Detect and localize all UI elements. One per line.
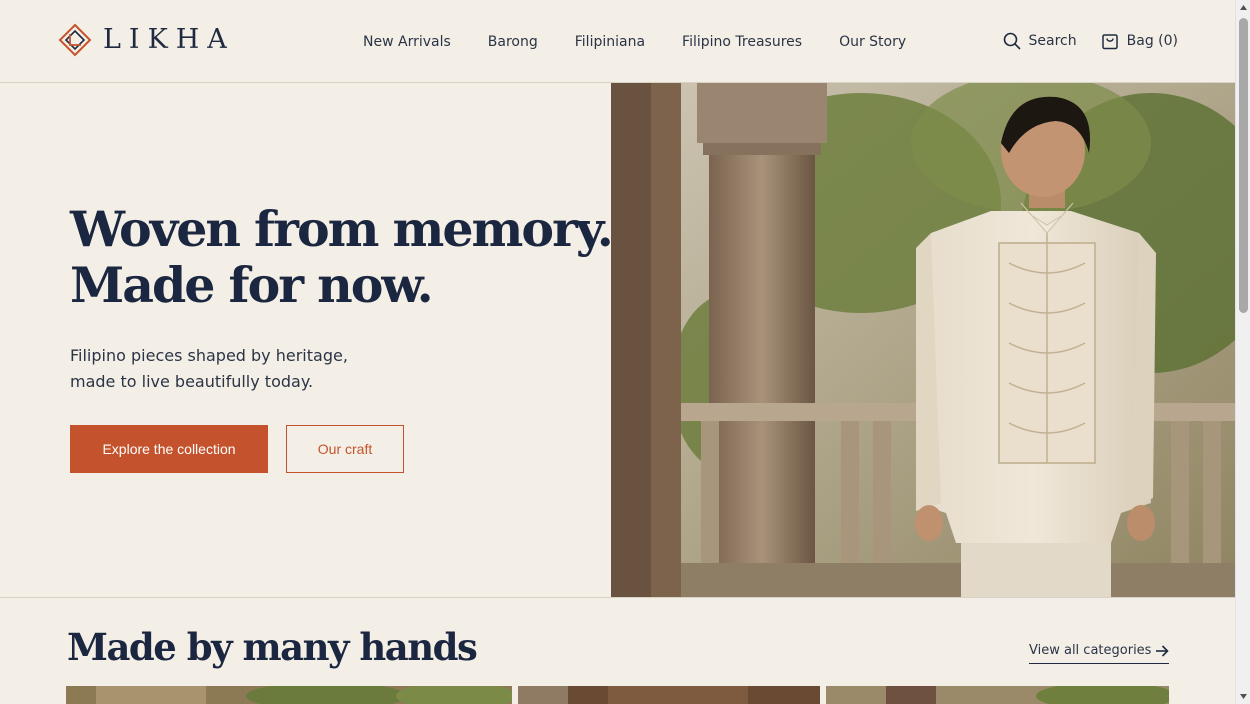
brand-name: LIKHA bbox=[103, 24, 235, 55]
hero-actions: Explore the collection Our craft bbox=[70, 425, 590, 473]
bag-button[interactable]: Bag (0) bbox=[1101, 31, 1178, 51]
bag-label: Bag (0) bbox=[1126, 33, 1178, 49]
site-header: LIKHA New Arrivals Barong Filipiniana Fi… bbox=[0, 0, 1235, 83]
category-card-image bbox=[826, 686, 1169, 704]
nav-new-arrivals[interactable]: New Arrivals bbox=[363, 32, 451, 52]
category-card[interactable] bbox=[826, 686, 1169, 704]
hero-image bbox=[611, 83, 1235, 597]
scroll-up-icon[interactable] bbox=[1239, 3, 1248, 12]
scrollbar-thumb[interactable] bbox=[1239, 18, 1248, 313]
view-all-categories-link[interactable]: View all categories bbox=[1029, 643, 1169, 664]
view-all-label: View all categories bbox=[1029, 643, 1152, 658]
logo-diamond-icon bbox=[58, 23, 92, 57]
hero-subtitle-line-2: made to live beautifully today. bbox=[70, 372, 314, 391]
nav-barong[interactable]: Barong bbox=[488, 32, 538, 52]
category-card-image bbox=[518, 686, 820, 704]
hero-title-line-2: Made for now. bbox=[70, 256, 434, 314]
shopping-bag-icon bbox=[1101, 34, 1118, 50]
scroll-down-icon[interactable] bbox=[1239, 692, 1248, 701]
search-button[interactable]: Search bbox=[1003, 31, 1077, 51]
category-card[interactable] bbox=[518, 686, 820, 704]
header-utilities: Search Bag (0) bbox=[1003, 31, 1178, 51]
our-craft-button[interactable]: Our craft bbox=[286, 425, 404, 473]
logo[interactable]: LIKHA bbox=[58, 23, 235, 57]
hero-photo-man-in-barong bbox=[611, 83, 1235, 597]
hero-title: Woven from memory. Made for now. bbox=[70, 200, 614, 314]
search-icon bbox=[1003, 32, 1020, 50]
explore-collection-button[interactable]: Explore the collection bbox=[70, 425, 268, 473]
nav-our-story[interactable]: Our Story bbox=[839, 32, 906, 52]
category-card-image bbox=[66, 686, 512, 704]
hero-subtitle-line-1: Filipino pieces shaped by heritage, bbox=[70, 346, 348, 365]
hero-subtitle: Filipino pieces shaped by heritage, made… bbox=[70, 343, 370, 395]
hero-title-line-1: Woven from memory. bbox=[70, 200, 614, 258]
categories-title: Made by many hands bbox=[67, 625, 478, 669]
page-scrollbar[interactable] bbox=[1235, 0, 1250, 704]
arrow-right-icon bbox=[1156, 644, 1169, 657]
page: LIKHA New Arrivals Barong Filipiniana Fi… bbox=[0, 0, 1235, 704]
hero-copy: Woven from memory. Made for now. Filipin… bbox=[70, 200, 614, 473]
nav-filipiniana[interactable]: Filipiniana bbox=[575, 32, 645, 52]
hero-section: Woven from memory. Made for now. Filipin… bbox=[0, 83, 1235, 598]
main-nav: New Arrivals Barong Filipiniana Filipino… bbox=[363, 32, 943, 52]
category-card[interactable] bbox=[66, 686, 512, 704]
nav-filipino-treasures[interactable]: Filipino Treasures bbox=[682, 32, 802, 52]
search-label: Search bbox=[1028, 33, 1077, 49]
